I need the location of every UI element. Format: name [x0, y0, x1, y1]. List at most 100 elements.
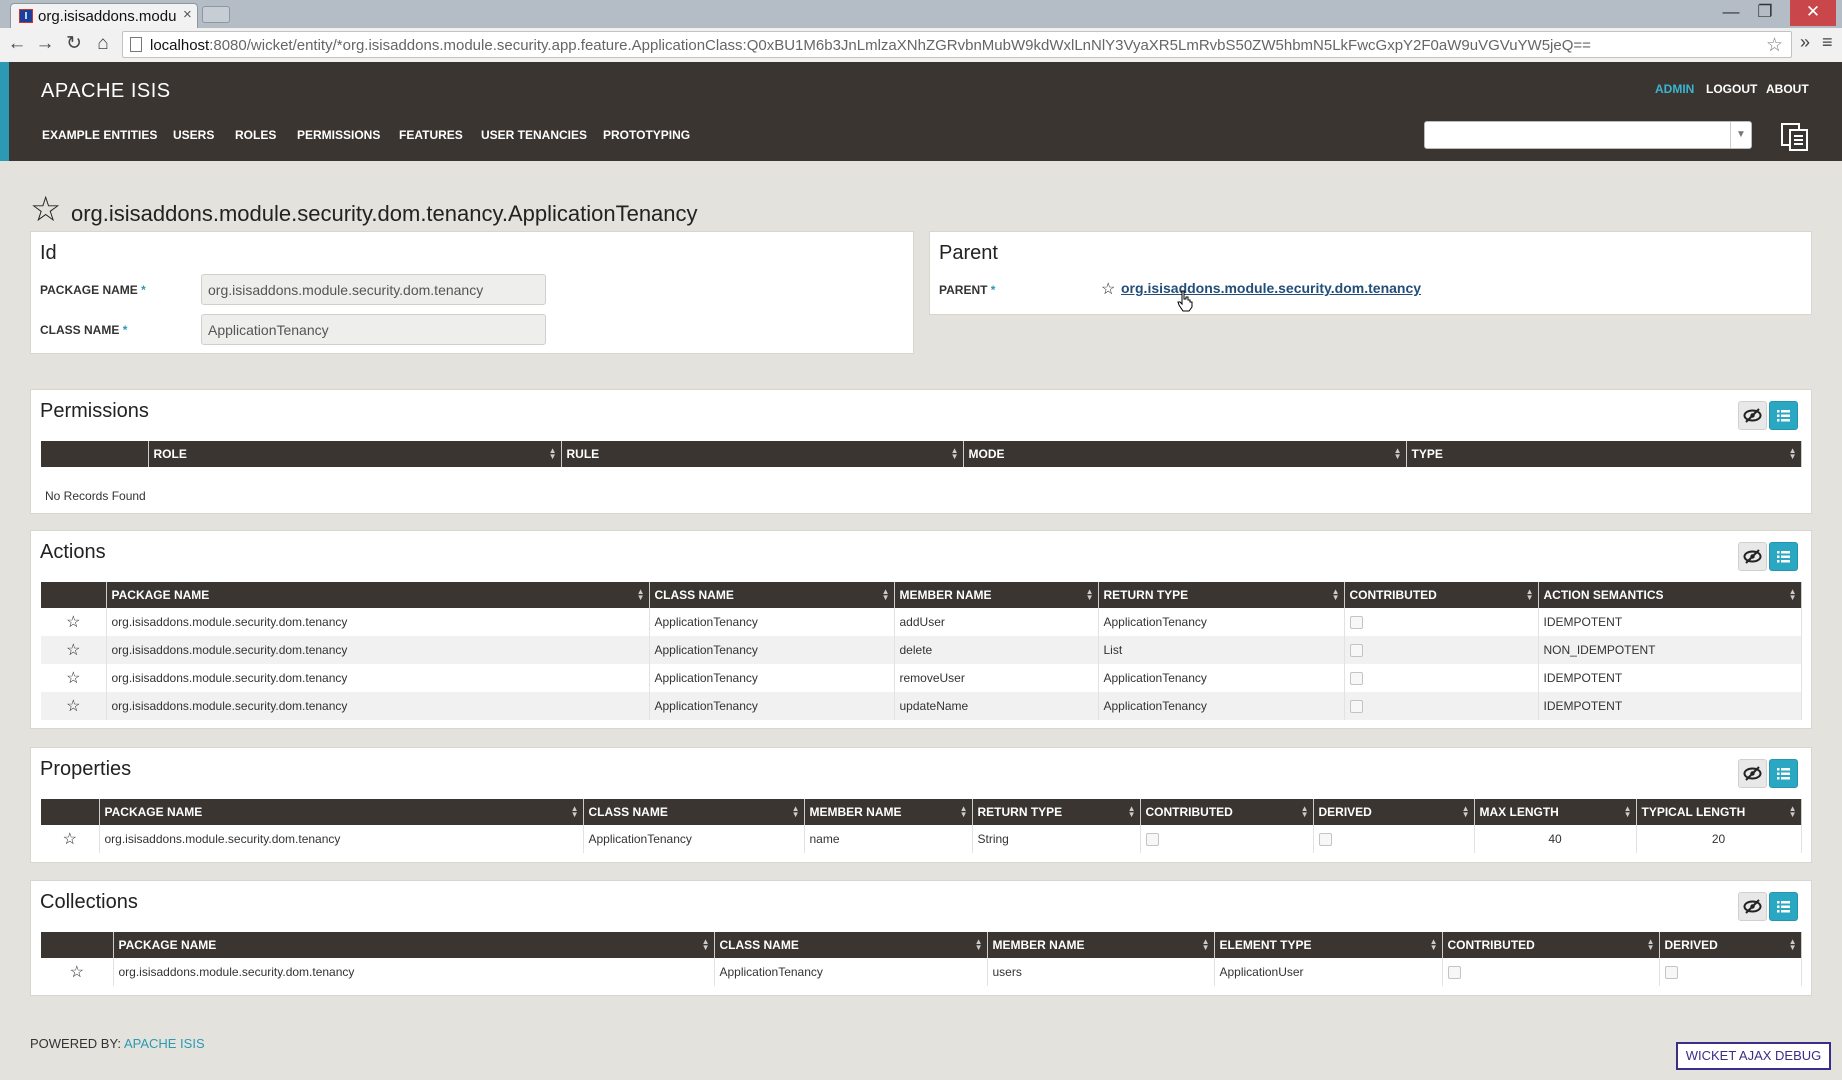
address-bar[interactable]: localhost:8080/wicket/entity/*org.isisad… [122, 31, 1792, 58]
sort-icon[interactable]: ▲ ▼ [1624, 805, 1632, 819]
maximize-window-button[interactable]: ❐ [1746, 0, 1784, 26]
browser-menu-icon[interactable]: ≡ [1822, 32, 1833, 53]
column-header[interactable]: PACKAGE NAME ▲ ▼ [113, 932, 715, 958]
column-header[interactable]: ROLE ▲ ▼ [148, 441, 562, 467]
column-header[interactable]: TYPE ▲ ▼ [1406, 441, 1802, 467]
sort-icon[interactable]: ▲ ▼ [549, 447, 557, 461]
column-header[interactable]: ACTION SEMANTICS ▲ ▼ [1538, 582, 1802, 608]
row-star-icon[interactable]: ☆ [41, 958, 114, 986]
hide-eye-icon[interactable] [1738, 401, 1767, 430]
sort-icon[interactable]: ▲ ▼ [1526, 588, 1534, 602]
chevron-down-icon[interactable]: ▼ [1730, 122, 1751, 148]
column-header[interactable]: CLASS NAME ▲ ▼ [714, 932, 988, 958]
column-header[interactable]: CONTRIBUTED ▲ ▼ [1140, 799, 1314, 825]
sort-icon[interactable]: ▲ ▼ [1462, 805, 1470, 819]
menu-user-tenancies[interactable]: USER TENANCIES [481, 128, 587, 142]
sort-icon[interactable]: ▲ ▼ [951, 447, 959, 461]
column-header[interactable]: CLASS NAME ▲ ▼ [583, 799, 805, 825]
column-header[interactable]: RETURN TYPE ▲ ▼ [1098, 582, 1345, 608]
sort-icon[interactable]: ▲ ▼ [1789, 447, 1797, 461]
column-header[interactable]: CLASS NAME ▲ ▼ [649, 582, 895, 608]
column-header[interactable]: MEMBER NAME ▲ ▼ [894, 582, 1099, 608]
sort-icon[interactable]: ▲ ▼ [1301, 805, 1309, 819]
column-header[interactable]: RULE ▲ ▼ [561, 441, 964, 467]
sort-icon[interactable]: ▲ ▼ [1086, 588, 1094, 602]
table-row[interactable]: ☆ org.isisaddons.module.security.dom.ten… [41, 664, 1802, 692]
table-view-icon[interactable] [1769, 542, 1798, 571]
home-icon[interactable]: ⌂ [91, 32, 115, 56]
hide-eye-icon[interactable] [1738, 542, 1767, 571]
clipboard-icon[interactable] [1780, 122, 1810, 152]
back-arrow-icon[interactable]: ← [5, 32, 29, 56]
sort-icon[interactable]: ▲ ▼ [702, 938, 710, 952]
sort-icon[interactable]: ▲ ▼ [1647, 938, 1655, 952]
column-header[interactable]: MEMBER NAME ▲ ▼ [987, 932, 1215, 958]
sort-icon[interactable]: ▲ ▼ [1789, 805, 1797, 819]
extensions-chevron-icon[interactable]: » [1800, 32, 1810, 53]
bookmark-star-icon[interactable]: ☆ [30, 192, 61, 228]
bookmark-star-icon[interactable]: ☆ [1766, 34, 1783, 57]
sort-icon[interactable]: ▲ ▼ [1394, 447, 1402, 461]
column-header[interactable]: PACKAGE NAME ▲ ▼ [106, 582, 650, 608]
sort-icon[interactable]: ▲ ▼ [637, 588, 645, 602]
sort-icon[interactable]: ▲ ▼ [1202, 938, 1210, 952]
minimize-window-button[interactable]: — [1712, 0, 1750, 26]
wicket-ajax-debug-button[interactable]: WICKET AJAX DEBUG [1676, 1042, 1831, 1070]
menu-features[interactable]: FEATURES [399, 128, 463, 142]
app-brand[interactable]: APACHE ISIS [41, 80, 171, 103]
tab-close-icon[interactable]: × [183, 6, 192, 23]
row-star-icon[interactable]: ☆ [41, 636, 107, 664]
menu-prototyping[interactable]: PROTOTYPING [603, 128, 690, 142]
nav-admin[interactable]: ADMIN [1655, 82, 1694, 96]
menu-users[interactable]: USERS [173, 128, 214, 142]
menu-permissions[interactable]: PERMISSIONS [297, 128, 380, 142]
column-header[interactable]: TYPICAL LENGTH ▲ ▼ [1636, 799, 1802, 825]
sort-icon[interactable]: ▲ ▼ [1789, 938, 1797, 952]
sort-icon[interactable]: ▲ ▼ [882, 588, 890, 602]
sort-icon[interactable]: ▲ ▼ [1128, 805, 1136, 819]
column-header[interactable]: ELEMENT TYPE ▲ ▼ [1214, 932, 1443, 958]
column-header[interactable]: CONTRIBUTED ▲ ▼ [1442, 932, 1660, 958]
column-header[interactable]: DERIVED ▲ ▼ [1659, 932, 1802, 958]
hide-eye-icon[interactable] [1738, 892, 1767, 921]
browser-tab[interactable]: I org.isisaddons.modu × [10, 3, 198, 28]
column-header[interactable]: DERIVED ▲ ▼ [1313, 799, 1475, 825]
sort-icon[interactable]: ▲ ▼ [975, 938, 983, 952]
parent-link[interactable]: org.isisaddons.module.security.dom.tenan… [1121, 280, 1421, 296]
sort-icon[interactable]: ▲ ▼ [960, 805, 968, 819]
table-view-icon[interactable] [1769, 401, 1798, 430]
sort-icon[interactable]: ▲ ▼ [792, 805, 800, 819]
table-row[interactable]: ☆ org.isisaddons.module.security.dom.ten… [41, 692, 1802, 720]
nav-logout[interactable]: LOGOUT [1706, 82, 1757, 96]
column-header[interactable]: MEMBER NAME ▲ ▼ [804, 799, 973, 825]
sort-icon[interactable]: ▲ ▼ [1332, 588, 1340, 602]
table-row[interactable]: ☆ org.isisaddons.module.security.dom.ten… [41, 825, 1802, 853]
column-header[interactable]: PACKAGE NAME ▲ ▼ [99, 799, 584, 825]
nav-about[interactable]: ABOUT [1766, 82, 1809, 96]
package-name-field[interactable]: org.isisaddons.module.security.dom.tenan… [201, 274, 546, 305]
table-row[interactable]: ☆ org.isisaddons.module.security.dom.ten… [41, 958, 1802, 986]
close-window-button[interactable]: ✕ [1790, 0, 1836, 26]
column-header[interactable]: MODE ▲ ▼ [963, 441, 1407, 467]
apache-isis-link[interactable]: APACHE ISIS [124, 1036, 205, 1051]
table-view-icon[interactable] [1769, 759, 1798, 788]
column-header[interactable]: RETURN TYPE ▲ ▼ [972, 799, 1141, 825]
menu-example-entities[interactable]: EXAMPLE ENTITIES [42, 128, 157, 142]
row-star-icon[interactable]: ☆ [41, 825, 100, 853]
sort-icon[interactable]: ▲ ▼ [1430, 938, 1438, 952]
column-header[interactable]: CONTRIBUTED ▲ ▼ [1344, 582, 1539, 608]
table-row[interactable]: ☆ org.isisaddons.module.security.dom.ten… [41, 608, 1802, 636]
table-view-icon[interactable] [1769, 892, 1798, 921]
sort-icon[interactable]: ▲ ▼ [571, 805, 579, 819]
row-star-icon[interactable]: ☆ [41, 608, 107, 636]
reload-icon[interactable]: ↻ [62, 32, 86, 56]
column-header[interactable]: MAX LENGTH ▲ ▼ [1474, 799, 1637, 825]
row-star-icon[interactable]: ☆ [41, 664, 107, 692]
hide-eye-icon[interactable] [1738, 759, 1767, 788]
row-star-icon[interactable]: ☆ [41, 692, 107, 720]
search-select[interactable]: ▼ [1424, 121, 1752, 149]
menu-roles[interactable]: ROLES [235, 128, 276, 142]
sort-icon[interactable]: ▲ ▼ [1789, 588, 1797, 602]
table-row[interactable]: ☆ org.isisaddons.module.security.dom.ten… [41, 636, 1802, 664]
new-tab-button[interactable] [202, 6, 230, 23]
